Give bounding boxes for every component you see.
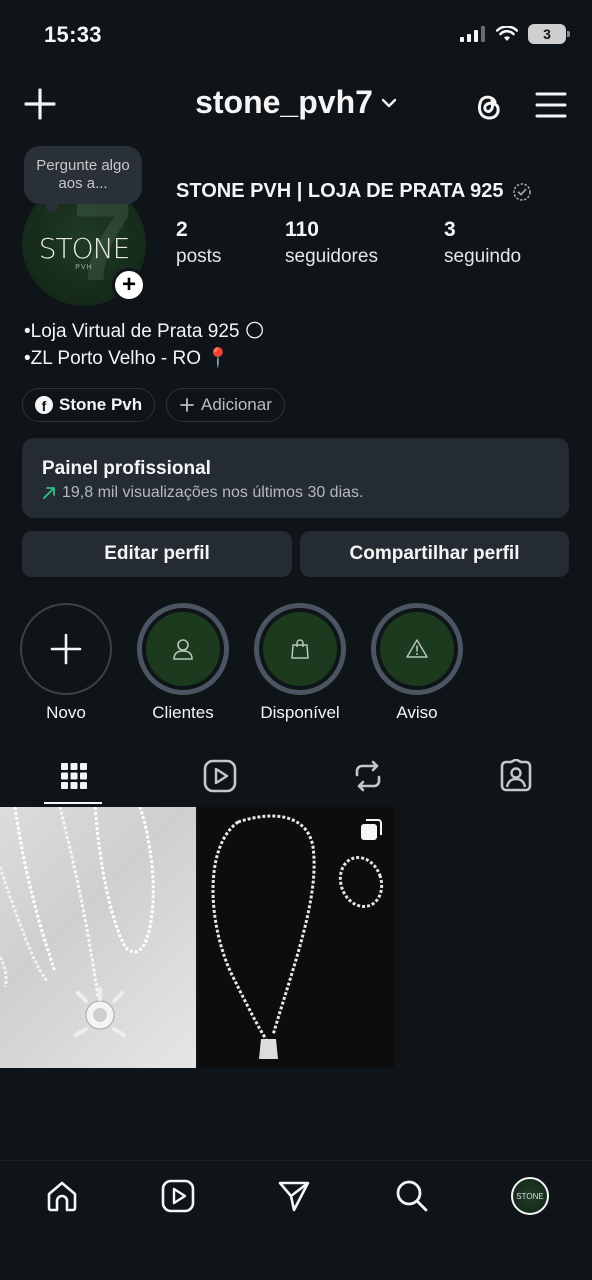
plus-icon [180,398,194,412]
tab-reels[interactable] [190,754,250,798]
stat-label: seguidores [285,246,378,267]
highlight-label: Aviso [396,703,438,722]
status-indicators: 3 [460,24,570,44]
dashboard-title: Painel profissional [42,458,211,479]
status-time: 15:33 [44,22,102,47]
menu-icon[interactable] [534,90,568,120]
tagged-icon [500,759,532,792]
professional-dashboard[interactable]: Painel profissional 19,8 mil visualizaçõ… [22,438,569,518]
dashboard-subtitle: 19,8 mil visualizações nos últimos 30 di… [42,484,549,502]
stat-number: 110 [285,218,319,241]
grid-icon [61,763,87,789]
stat-posts[interactable]: 2 posts [176,218,221,268]
nav-search[interactable] [392,1176,432,1216]
nav-home[interactable] [42,1176,82,1216]
stat-number: 2 [176,218,188,241]
stat-followers[interactable]: 110 seguidores [285,218,378,268]
tab-grid[interactable] [44,754,104,798]
reposts-icon [355,760,381,792]
nav-reels[interactable] [158,1176,198,1216]
active-tab-indicator [44,802,102,804]
facebook-icon: f [35,396,53,414]
post-image-chain-bracelet [211,814,384,1059]
home-icon [47,1181,77,1212]
bio: •Loja Virtual de Prata 925 🌕 •ZL Porto V… [24,318,265,372]
highlight-new[interactable]: Novo [20,603,112,723]
nav-direct[interactable] [274,1176,314,1216]
add-link-button[interactable]: Adicionar [166,388,285,422]
highlight-aviso[interactable]: Aviso [371,603,463,723]
tab-reposts[interactable] [338,754,398,798]
bio-line: •Loja Virtual de Prata 925 🌕 [24,321,265,342]
highlight-label: Novo [46,703,86,722]
add-link-label: Adicionar [201,395,272,414]
stat-label: seguindo [444,246,522,267]
profile-avatar-small: STONE [511,1177,549,1215]
search-icon [396,1180,428,1212]
warning-icon [406,639,428,658]
highlight-label: Clientes [152,703,214,722]
dashboard-views: 19,8 mil visualizações nos últimos 30 di… [62,484,364,501]
edit-profile-button[interactable]: Editar perfil [22,531,292,577]
username: stone_pvh7 [195,84,373,120]
highlight-clientes[interactable]: Clientes [137,603,229,723]
note-bubble[interactable]: Pergunte algo aos a... [24,146,142,212]
highlight-label: Disponível [260,703,340,722]
post-thumbnail[interactable] [0,807,196,1068]
post-thumbnail[interactable] [198,807,394,1068]
user-icon [173,639,193,660]
stat-number: 3 [444,218,456,241]
battery-icon: 3 [528,24,570,44]
add-story-button[interactable]: + [112,268,146,302]
multiple-photos-icon [361,819,382,840]
signal-icon [460,26,485,42]
bio-line: •ZL Porto Velho - RO 📍 [24,348,230,369]
highlight-disponivel[interactable]: Disponível [254,603,346,723]
share-profile-button[interactable]: Compartilhar perfil [300,531,569,577]
wifi-icon [496,26,518,41]
display-name: STONE PVH | LOJA DE PRATA 925 [176,180,532,203]
reels-icon [161,1179,195,1213]
shopping-bag-icon [291,639,309,659]
reels-icon [203,759,237,793]
chevron-down-icon [381,98,397,107]
stat-label: posts [176,246,222,267]
post-image-necklaces [0,807,155,1037]
threads-icon[interactable] [470,88,506,124]
direct-icon [278,1181,310,1212]
nav-profile[interactable]: STONE [510,1176,550,1216]
tab-tagged[interactable] [486,754,546,798]
display-name-text: STONE PVH | LOJA DE PRATA 925 [176,180,504,202]
verified-badge-icon [512,182,531,201]
avatar-logo-text: STONE [38,232,131,265]
facebook-link[interactable]: f Stone Pvh [22,388,156,422]
stat-following[interactable]: 3 seguindo [444,218,521,268]
facebook-link-label: Stone Pvh [59,395,143,414]
plus-icon [50,633,82,665]
trend-up-icon [43,487,55,499]
